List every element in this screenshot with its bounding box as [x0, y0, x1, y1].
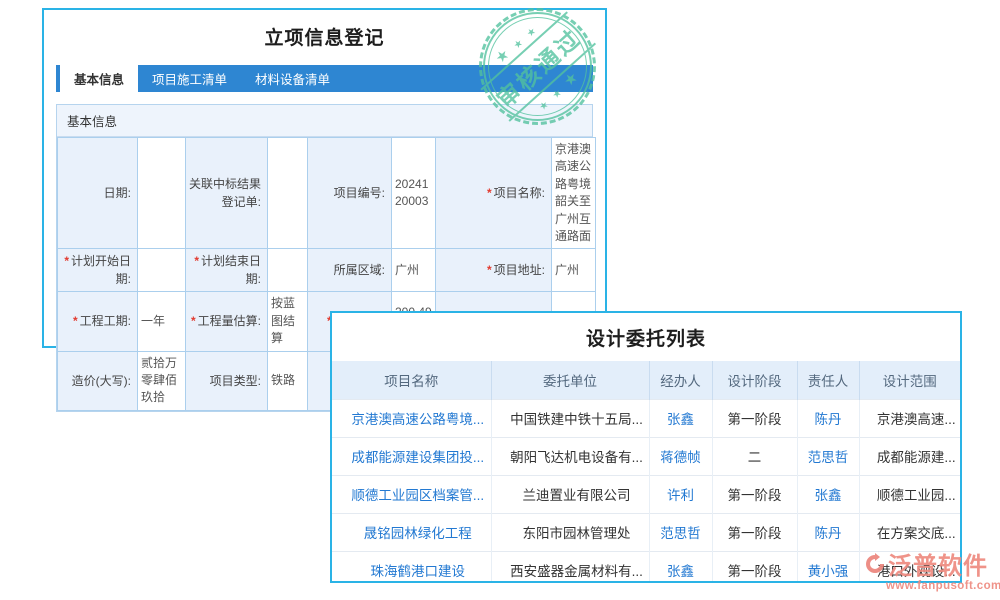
field-label-region: *所属区域:: [308, 249, 392, 292]
handler-link[interactable]: 范思哲: [649, 513, 712, 551]
field-label-date: *日期:: [58, 138, 138, 249]
field-label-cost-in-words: *造价(大写):: [58, 351, 138, 410]
field-label-quantity-estimate: *工程量估算:: [186, 292, 268, 351]
col-header-design-scope: 设计范围: [859, 361, 960, 399]
field-label-project-name: *项目名称:: [436, 138, 552, 249]
field-label-plan-end: *计划结束日期:: [186, 249, 268, 292]
owner-link[interactable]: 陈丹: [797, 399, 859, 437]
commission-unit-cell: 兰迪置业有限公司: [491, 475, 649, 513]
design-stage-cell: 第一阶段: [712, 551, 797, 583]
owner-link[interactable]: 范思哲: [797, 437, 859, 475]
handler-link[interactable]: 张鑫: [649, 551, 712, 583]
project-name-link[interactable]: 晟铭园林绿化工程: [332, 513, 491, 551]
col-header-design-stage: 设计阶段: [712, 361, 797, 399]
tab-construction-list[interactable]: 项目施工清单: [138, 65, 241, 92]
field-value-address[interactable]: 广州: [552, 249, 596, 292]
required-marker: *: [64, 254, 69, 268]
col-header-handler: 经办人: [649, 361, 712, 399]
project-name-link[interactable]: 顺德工业园区档案管...: [332, 475, 491, 513]
form-row: *日期: *关联中标结果登记单: *项目编号: 2024120003 *项目名称…: [58, 138, 596, 249]
owner-link[interactable]: 黄小强: [797, 551, 859, 583]
form-row: *计划开始日期: *计划结束日期: *所属区域: 广州 *项目地址: 广州: [58, 249, 596, 292]
watermark-url: www.fanpusoft.com: [864, 580, 1000, 592]
tab-bar: 基本信息 项目施工清单 材料设备清单: [56, 65, 593, 92]
field-label-duration: *工程工期:: [58, 292, 138, 351]
project-name-link[interactable]: 珠海鹤港口建设: [332, 551, 491, 583]
field-value-date[interactable]: [138, 138, 186, 249]
required-marker: *: [191, 314, 196, 328]
field-value-plan-start[interactable]: [138, 249, 186, 292]
project-name-link[interactable]: 京港澳高速公路粤境...: [332, 399, 491, 437]
project-name-link[interactable]: 成都能源建设集团投...: [332, 437, 491, 475]
design-stage-cell: 二: [712, 437, 797, 475]
fanpu-logo-icon: [864, 553, 886, 575]
field-value-quantity-estimate[interactable]: 按蓝图结算: [268, 292, 308, 351]
required-marker: *: [487, 186, 492, 200]
col-header-owner: 责任人: [797, 361, 859, 399]
project-registration-panel: 立项信息登记 基本信息 项目施工清单 材料设备清单 基本信息 *日期: *关联中…: [42, 8, 607, 348]
design-stage-cell: 第一阶段: [712, 513, 797, 551]
commission-unit-cell: 东阳市园林管理处: [491, 513, 649, 551]
table-row: 成都能源建设集团投... 朝阳飞达机电设备有... 蒋德帧 二 范思哲 成都能源…: [332, 437, 960, 475]
design-scope-cell: 顺德工业园...: [859, 475, 960, 513]
required-marker: *: [487, 263, 492, 277]
table-row: 顺德工业园区档案管... 兰迪置业有限公司 许利 第一阶段 张鑫 顺德工业园..…: [332, 475, 960, 513]
field-value-project-no[interactable]: 2024120003: [392, 138, 436, 249]
screen: 立项信息登记 基本信息 项目施工清单 材料设备清单 基本信息 *日期: *关联中…: [0, 0, 1000, 600]
table-row: 京港澳高速公路粤境... 中国铁建中铁十五局... 张鑫 第一阶段 陈丹 京港澳…: [332, 399, 960, 437]
field-value-bid-result[interactable]: [268, 138, 308, 249]
field-value-duration[interactable]: 一年: [138, 292, 186, 351]
design-scope-cell: 京港澳高速...: [859, 399, 960, 437]
list-title: 设计委托列表: [332, 324, 960, 351]
tab-material-equipment-list[interactable]: 材料设备清单: [241, 65, 344, 92]
tab-basic-info[interactable]: 基本信息: [60, 65, 138, 92]
field-label-address: *项目地址:: [436, 249, 552, 292]
fanpu-watermark: 泛普软件 www.fanpusoft.com: [864, 546, 1000, 592]
field-label-plan-start: *计划开始日期:: [58, 249, 138, 292]
field-label-project-type: *项目类型:: [186, 351, 268, 410]
commission-unit-cell: 朝阳飞达机电设备有...: [491, 437, 649, 475]
field-value-plan-end[interactable]: [268, 249, 308, 292]
design-stage-cell: 第一阶段: [712, 399, 797, 437]
commission-unit-cell: 西安盛器金属材料有...: [491, 551, 649, 583]
design-commission-panel: 设计委托列表 项目名称 委托单位 经办人 设计阶段 责任人 设计范围 京港澳高速…: [330, 311, 962, 583]
handler-link[interactable]: 蒋德帧: [649, 437, 712, 475]
field-value-cost-in-words[interactable]: 贰拾万零肆佰玖拾: [138, 351, 186, 410]
field-value-project-type[interactable]: 铁路: [268, 351, 308, 410]
page-title: 立项信息登记: [56, 23, 593, 50]
col-header-commission-unit: 委托单位: [491, 361, 649, 399]
commission-unit-cell: 中国铁建中铁十五局...: [491, 399, 649, 437]
table-header-row: 项目名称 委托单位 经办人 设计阶段 责任人 设计范围: [332, 361, 960, 399]
owner-link[interactable]: 陈丹: [797, 513, 859, 551]
design-stage-cell: 第一阶段: [712, 475, 797, 513]
field-value-project-name[interactable]: 京港澳高速公路粤境韶关至广州互通路面: [552, 138, 596, 249]
field-label-project-no: *项目编号:: [308, 138, 392, 249]
required-marker: *: [194, 254, 199, 268]
design-scope-cell: 成都能源建...: [859, 437, 960, 475]
watermark-brand: 泛普软件: [888, 546, 988, 581]
owner-link[interactable]: 张鑫: [797, 475, 859, 513]
handler-link[interactable]: 许利: [649, 475, 712, 513]
required-marker: *: [73, 314, 78, 328]
field-label-bid-result: *关联中标结果登记单:: [186, 138, 268, 249]
section-header: 基本信息: [57, 105, 592, 137]
col-header-project-name: 项目名称: [332, 361, 491, 399]
field-value-region[interactable]: 广州: [392, 249, 436, 292]
handler-link[interactable]: 张鑫: [649, 399, 712, 437]
